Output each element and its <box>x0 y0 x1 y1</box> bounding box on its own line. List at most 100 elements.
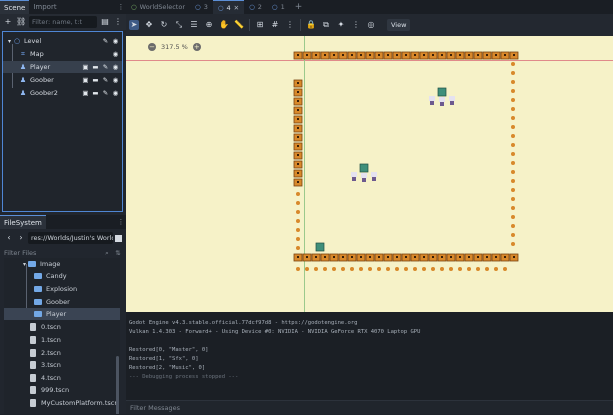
link-icon[interactable]: ⛓ <box>16 17 26 27</box>
visibility-eye-icon[interactable]: ◉ <box>112 89 119 97</box>
snap-toggle-icon[interactable]: ⊞ <box>255 20 265 30</box>
move-tool-icon[interactable]: ✥ <box>144 20 154 30</box>
goober-sprite <box>315 242 325 252</box>
scene-file-icon <box>30 386 36 394</box>
tab-label: 2 <box>257 3 262 11</box>
view-menu-button[interactable]: View <box>387 19 411 31</box>
coin-dot <box>511 134 515 138</box>
list-item[interactable]: 1.tscn <box>4 334 120 346</box>
more-icon[interactable]: ⋮ <box>113 17 123 27</box>
log-line: --- Debugging process stopped --- <box>129 374 239 380</box>
grid-snap-icon[interactable]: # <box>270 20 280 30</box>
group-icon[interactable]: ▬ <box>92 63 99 71</box>
script-attached-icon[interactable]: ✎ <box>102 89 109 97</box>
skeleton-icon[interactable]: ✦ <box>336 20 346 30</box>
tab-scene[interactable]: Scene <box>0 0 30 14</box>
list-item[interactable]: 4.tscn <box>4 372 120 384</box>
group-icon[interactable]: ▬ <box>92 89 99 97</box>
collapse-arrow-icon[interactable]: ▾ <box>8 38 11 45</box>
group-icon[interactable]: ▬ <box>92 76 99 84</box>
coin-dot <box>296 201 300 205</box>
crate-lock <box>297 181 299 183</box>
tab-filesystem[interactable]: FileSystem <box>0 215 46 229</box>
coin-dot <box>511 242 515 246</box>
filesystem-scrollbar[interactable] <box>116 356 119 414</box>
canvas-toolbar: ➤ ✥ ↻ ⤡ ☰ ⊕ ✋ 📏 ⊞ # ⋮ 🔒 ⧉ ✦ ⋮ ◎ View <box>126 14 613 36</box>
visibility-eye-icon[interactable]: ◉ <box>112 63 119 71</box>
tab-3[interactable]: ○ 3 <box>190 0 213 14</box>
list-item[interactable]: Explosion <box>4 283 120 295</box>
select-tool-icon[interactable]: ➤ <box>129 20 139 30</box>
visibility-eye-icon[interactable]: ◉ <box>112 76 119 84</box>
pivot-tool-icon[interactable]: ⊕ <box>204 20 214 30</box>
coin-dot <box>458 267 462 271</box>
select-list-icon[interactable]: ☰ <box>189 20 199 30</box>
scene-filter-input[interactable]: Filter: name, t:t ⌕ <box>29 16 97 28</box>
coin-dot <box>476 267 480 271</box>
split-mode-icon[interactable] <box>115 234 122 242</box>
group-selected-icon[interactable]: ⧉ <box>321 20 331 30</box>
crate-lock <box>315 54 317 56</box>
rotate-tool-icon[interactable]: ↻ <box>159 20 169 30</box>
bone-options-icon[interactable]: ⋮ <box>351 20 361 30</box>
coin-dot <box>511 152 515 156</box>
script-icon[interactable]: ▤ <box>100 17 110 27</box>
canvas-viewport[interactable]: − 317.5 % + <box>126 36 613 312</box>
instance-scene-icon[interactable]: ▣ <box>82 76 89 84</box>
coin-dot <box>511 233 515 237</box>
tree-node-player[interactable]: ♟ Player ▣ ▬ ✎ ◉ <box>3 61 122 73</box>
add-tab-icon[interactable]: + <box>290 0 308 14</box>
back-arrow-icon[interactable]: ‹ <box>4 233 14 243</box>
crate-lock <box>324 54 326 56</box>
folder-icon <box>34 299 42 305</box>
list-item[interactable]: 3.tscn <box>4 359 120 371</box>
tab-import[interactable]: Import <box>29 0 60 14</box>
instance-scene-icon[interactable]: ▣ <box>82 63 89 71</box>
script-attached-icon[interactable]: ✎ <box>102 76 109 84</box>
forward-arrow-icon[interactable]: › <box>16 233 26 243</box>
ruler-tool-icon[interactable]: 📏 <box>234 20 244 30</box>
script-attached-icon[interactable]: ✎ <box>102 63 109 71</box>
tree-node-goober[interactable]: ♟ Goober ▣ ▬ ✎ ◉ <box>3 74 122 86</box>
scene-file-icon <box>30 374 36 382</box>
filter-messages-input[interactable]: Filter Messages <box>126 400 613 414</box>
close-icon[interactable]: ✕ <box>234 1 239 15</box>
tree-node-level[interactable]: ▾ ○ Level ✎ ◉ <box>3 35 122 47</box>
crate-lock <box>297 118 299 120</box>
path-field[interactable]: res://Worlds/Justin's World/ <box>28 232 113 244</box>
tab-1[interactable]: ○ 1 <box>267 0 290 14</box>
add-node-icon[interactable]: + <box>3 17 13 27</box>
tab-4[interactable]: ○ 4 ✕ <box>212 0 245 15</box>
dock-menu-icon[interactable]: ⋮ <box>116 3 126 11</box>
visibility-eye-icon[interactable]: ◉ <box>112 50 119 58</box>
log-line: Restored[0, "Master", 0] <box>129 347 209 353</box>
tab-worldselector[interactable]: ○ WorldSelector <box>126 0 190 14</box>
crate-lock <box>432 54 434 56</box>
lock-icon[interactable]: 🔒 <box>306 20 316 30</box>
item-label: MyCustomPlatform.tscn <box>41 399 119 407</box>
crate-lock <box>297 82 299 84</box>
pan-tool-icon[interactable]: ✋ <box>219 20 229 30</box>
tree-node-goober2[interactable]: ♟ Goober2 ▣ ▬ ✎ ◉ <box>3 87 122 99</box>
snap-options-icon[interactable]: ⋮ <box>285 20 295 30</box>
list-item[interactable]: 0.tscn <box>4 321 120 333</box>
scale-tool-icon[interactable]: ⤡ <box>174 20 184 30</box>
dock-menu-icon[interactable]: ⋮ <box>116 218 126 226</box>
list-item[interactable]: ▾ Image <box>4 258 120 270</box>
visibility-eye-icon[interactable]: ◉ <box>112 37 119 45</box>
coin-dot <box>511 125 515 129</box>
list-item[interactable]: Goober <box>4 296 120 308</box>
sort-icon[interactable]: ⇅ <box>114 250 122 257</box>
tree-node-map[interactable]: ⌗ Map ◉ <box>3 48 122 60</box>
collapse-arrow-icon[interactable]: ▾ <box>23 261 26 268</box>
camera-override-icon[interactable]: ◎ <box>366 20 376 30</box>
list-item[interactable]: Player <box>4 308 120 320</box>
coin-dot <box>511 62 515 66</box>
list-item[interactable]: 2.tscn <box>4 347 120 359</box>
list-item[interactable]: Candy <box>4 270 120 282</box>
list-item[interactable]: MyCustomPlatform.tscn <box>4 397 120 409</box>
instance-scene-icon[interactable]: ▣ <box>82 89 89 97</box>
tab-2[interactable]: ○ 2 <box>244 0 267 14</box>
script-attached-icon[interactable]: ✎ <box>102 37 109 45</box>
list-item[interactable]: 999.tscn <box>4 384 120 396</box>
